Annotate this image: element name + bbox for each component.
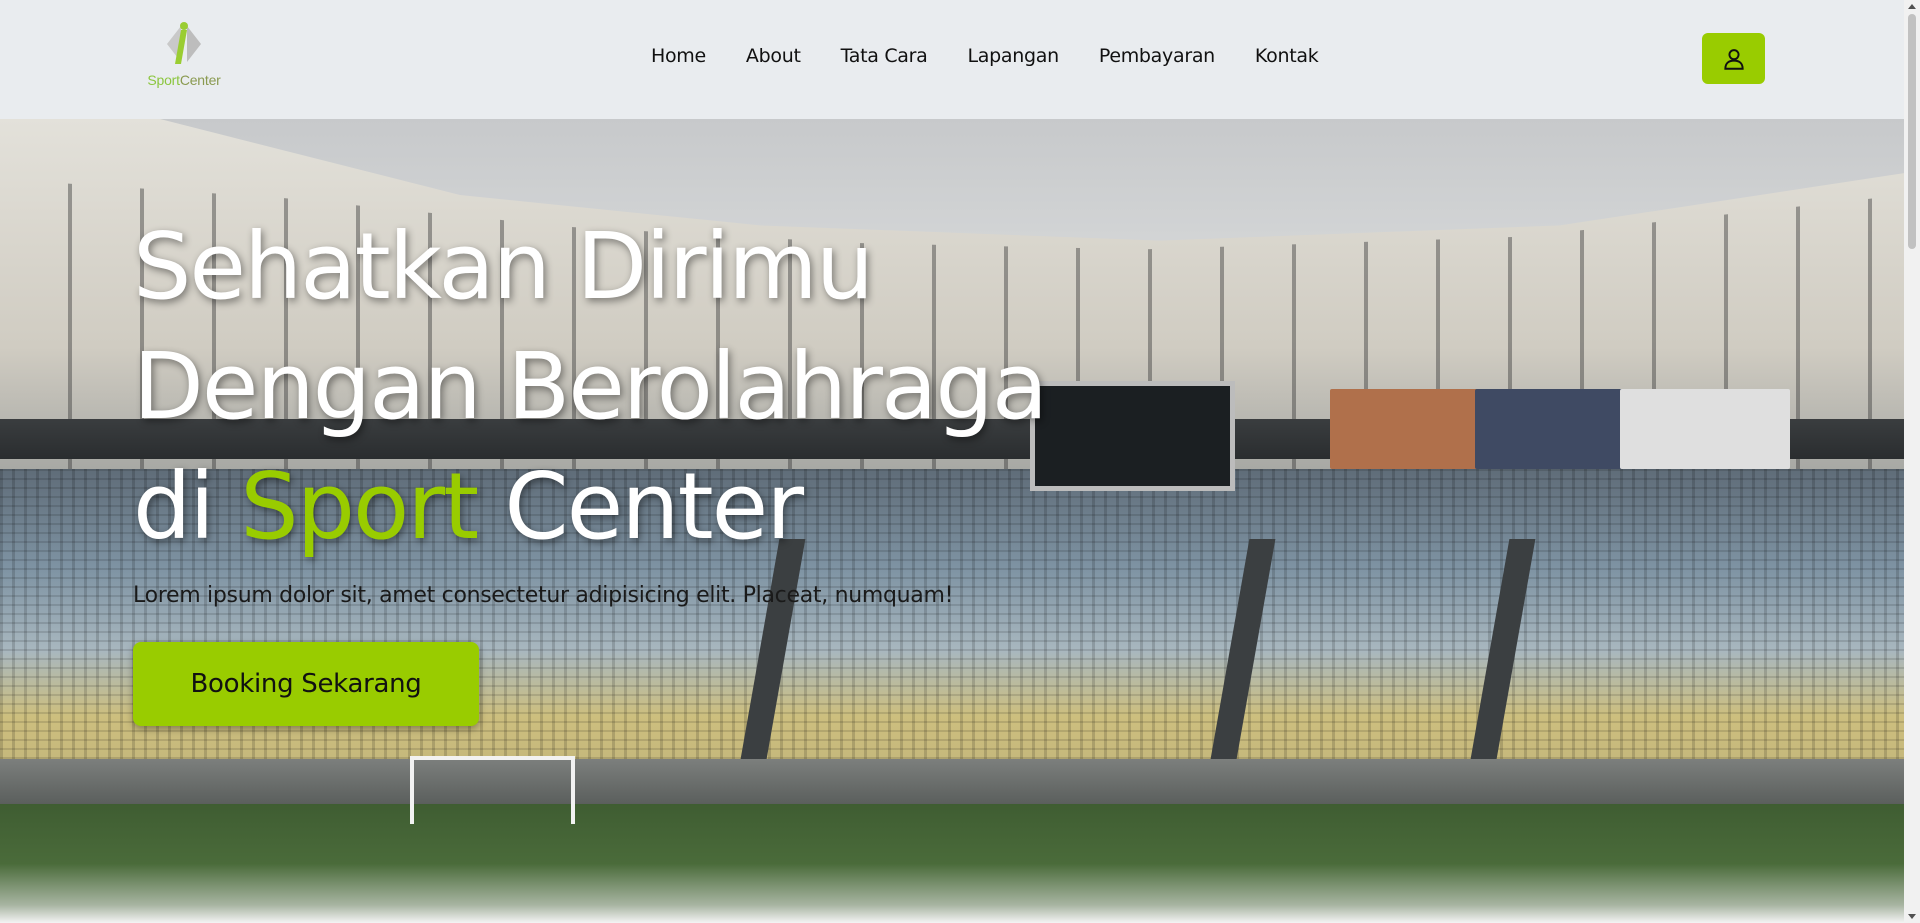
logo-link[interactable]: SportCenter bbox=[144, 18, 224, 98]
hero-section: Sehatkan Dirimu Dengan Berolahraga di Sp… bbox=[0, 119, 1904, 923]
navbar: SportCenter Home About Tata Cara Lapanga… bbox=[0, 0, 1904, 119]
nav-item-kontak[interactable]: Kontak bbox=[1255, 45, 1319, 67]
nav-item-tata-cara[interactable]: Tata Cara bbox=[841, 45, 928, 67]
user-account-button[interactable] bbox=[1702, 33, 1765, 84]
scroll-down-arrow-icon[interactable] bbox=[1908, 914, 1916, 919]
nav-item-lapangan[interactable]: Lapangan bbox=[968, 45, 1060, 67]
stadium-wall bbox=[0, 759, 1904, 804]
logo-text: SportCenter bbox=[147, 72, 220, 88]
hero-title-line-2: Dengan Berolahraga bbox=[133, 333, 1048, 440]
nav-item-home[interactable]: Home bbox=[651, 45, 706, 67]
stadium-banner bbox=[1620, 389, 1790, 469]
stadium-banner bbox=[1330, 389, 1480, 469]
scroll-up-arrow-icon[interactable] bbox=[1908, 4, 1916, 9]
hero-title: Sehatkan Dirimu Dengan Berolahraga di Sp… bbox=[133, 207, 1048, 567]
stadium-banner bbox=[1475, 389, 1625, 469]
nav-item-about[interactable]: About bbox=[746, 45, 801, 67]
hero-title-line-3-prefix: di bbox=[133, 453, 241, 560]
booking-button[interactable]: Booking Sekarang bbox=[133, 642, 479, 726]
logo-icon bbox=[167, 22, 201, 64]
logo-word-center: Center bbox=[179, 72, 221, 88]
scroll-thumb[interactable] bbox=[1908, 14, 1916, 249]
hero-title-line-1: Sehatkan Dirimu bbox=[133, 213, 874, 320]
hero-title-line-3-suffix: Center bbox=[477, 453, 804, 560]
nav-item-pembayaran[interactable]: Pembayaran bbox=[1099, 45, 1215, 67]
hero-title-accent: Sport bbox=[240, 453, 479, 560]
hero-subtitle: Lorem ipsum dolor sit, amet consectetur … bbox=[133, 583, 954, 608]
goal-post bbox=[410, 756, 575, 824]
logo-word-sport: Sport bbox=[147, 72, 180, 88]
hero-content: Sehatkan Dirimu Dengan Berolahraga di Sp… bbox=[133, 207, 1048, 726]
nav-menu: Home About Tata Cara Lapangan Pembayaran… bbox=[651, 45, 1319, 67]
page-scrollbar[interactable] bbox=[1904, 0, 1920, 923]
user-icon bbox=[1723, 48, 1744, 70]
stadium-scoreboard bbox=[1030, 381, 1235, 491]
stadium-pitch bbox=[0, 804, 1904, 923]
